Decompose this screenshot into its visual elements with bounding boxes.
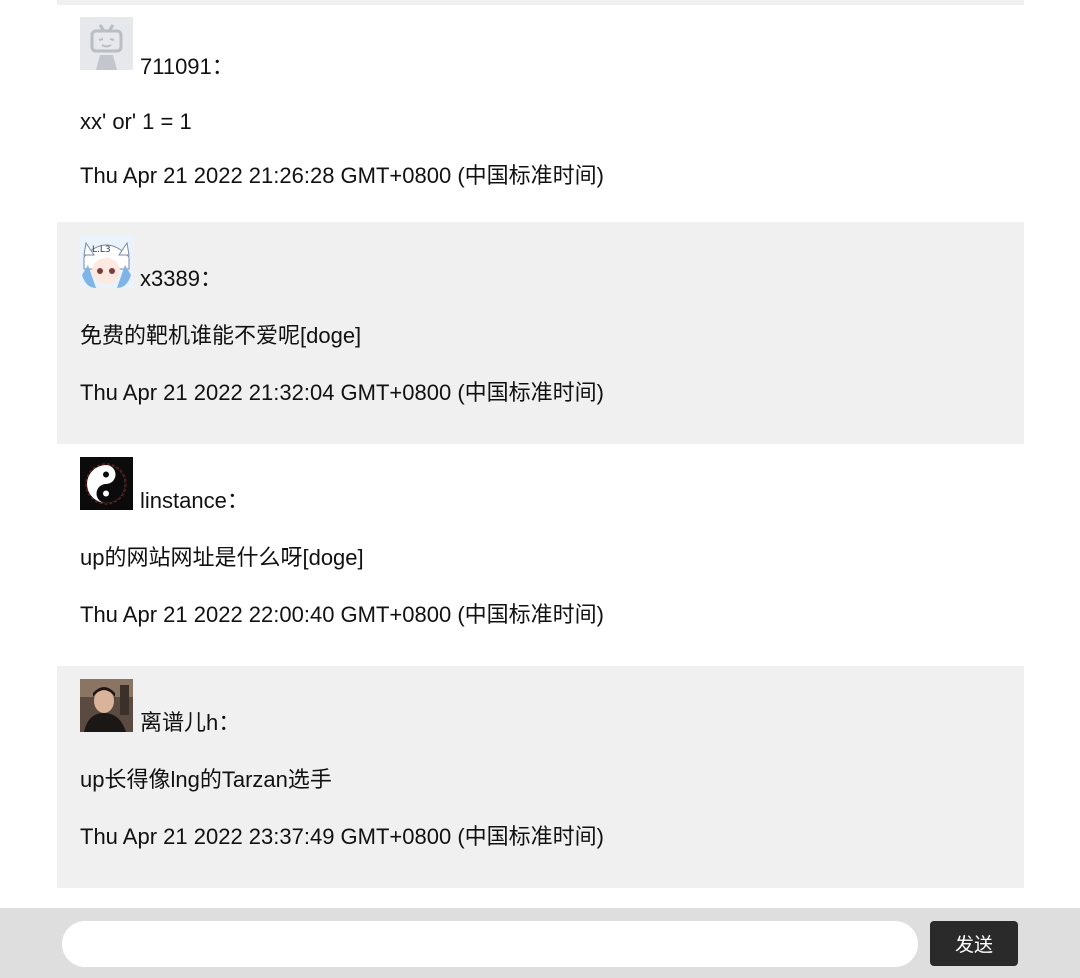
comment-feed: 711091： xx' or' 1 = 1 Thu Apr 21 2022 21…: [57, 0, 1024, 888]
comment-content: xx' or' 1 = 1: [80, 109, 192, 134]
comment-timestamp: Thu Apr 21 2022 21:32:04 GMT+0800 (中国标准时…: [80, 380, 604, 405]
comment-item: 711091： xx' or' 1 = 1 Thu Apr 21 2022 21…: [57, 5, 1024, 222]
comment-item: 离谱儿h： up长得像lng的Tarzan选手 Thu Apr 21 2022 …: [57, 666, 1024, 888]
comment-content: up的网站网址是什么呀[doge]: [80, 545, 364, 570]
message-compose-bar: 发送: [0, 908, 1080, 978]
comment-content: 免费的靶机谁能不爱呢[doge]: [80, 323, 362, 348]
comment-timestamp: Thu Apr 21 2022 23:37:49 GMT+0800 (中国标准时…: [80, 824, 604, 849]
anime-avatar-icon[interactable]: L.L3: [80, 235, 133, 288]
comment-username[interactable]: x3389：: [140, 266, 222, 292]
default-avatar-icon[interactable]: [80, 17, 133, 70]
comment-timestamp: Thu Apr 21 2022 22:00:40 GMT+0800 (中国标准时…: [80, 602, 604, 627]
comment-username[interactable]: 离谱儿h：: [140, 710, 240, 736]
comment-timestamp: Thu Apr 21 2022 21:26:28 GMT+0800 (中国标准时…: [80, 163, 604, 188]
message-input[interactable]: [62, 921, 918, 967]
yin-yang-avatar-icon[interactable]: [80, 457, 133, 510]
comment-item: linstance： up的网站网址是什么呀[doge] Thu Apr 21 …: [57, 444, 1024, 666]
comment-username[interactable]: linstance：: [140, 488, 249, 514]
send-button[interactable]: 发送: [930, 921, 1018, 966]
person-avatar-icon[interactable]: [80, 679, 133, 732]
comment-item: L.L3 x3389： 免费的靶机谁能不爱呢[doge] Thu Apr 21 …: [57, 222, 1024, 444]
comment-username[interactable]: 711091：: [140, 54, 234, 80]
comment-content: up长得像lng的Tarzan选手: [80, 767, 332, 792]
svg-text:L.L3: L.L3: [92, 245, 111, 255]
